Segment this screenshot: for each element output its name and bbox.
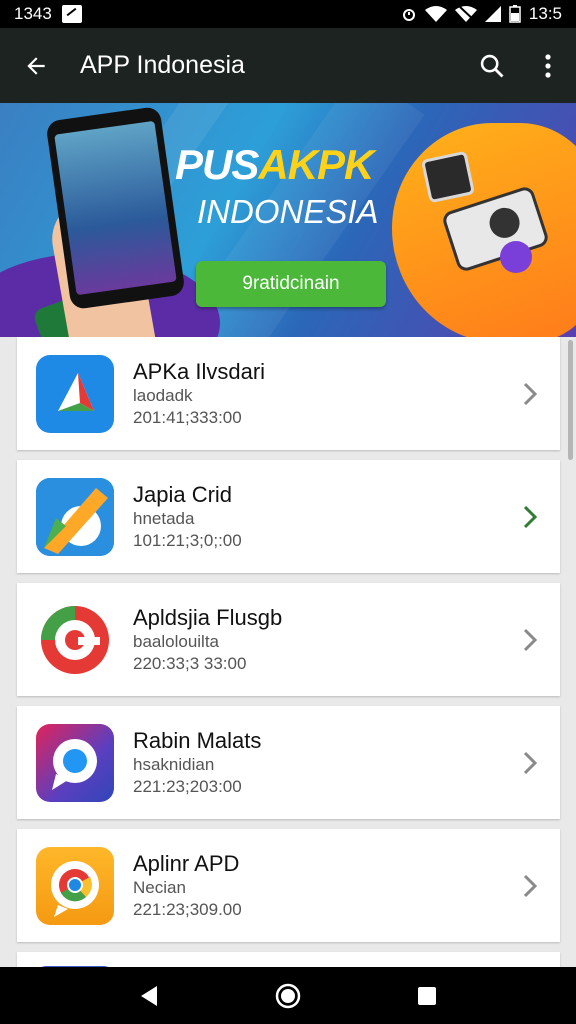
app-bar: APP Indonesia — [0, 28, 576, 103]
status-time: 1343 — [14, 4, 52, 23]
chevron-right-icon — [510, 866, 550, 906]
list-item[interactable]: Apldsjia Flusgb baalolouilta 220:33;3 33… — [17, 583, 560, 696]
wifi-icon — [424, 6, 447, 22]
notification-icon — [61, 5, 82, 23]
search-icon — [480, 54, 504, 77]
nav-home-button[interactable] — [268, 976, 308, 1016]
list-item[interactable]: APKa Ilvsdari laodadk 201:41;333:00 — [17, 337, 560, 450]
chrome-icon — [36, 846, 114, 925]
nav-recents-icon — [417, 986, 436, 1005]
status-clock: 13:5 — [528, 4, 562, 23]
banner-play-icon — [500, 241, 532, 273]
app-description: hnetada — [133, 508, 195, 528]
app-name: Aplinr APD — [133, 850, 240, 876]
list-item[interactable]: Rabin Malats hsaknidian 221:23;203:00 — [17, 706, 560, 819]
app-description: baalolouilta — [133, 631, 220, 651]
app-date: 220:33;3 33:00 — [133, 653, 247, 673]
chevron-right-icon — [510, 743, 550, 783]
banner-subtitle: INDONESIA — [197, 193, 379, 230]
banner-brand: PUSAKPK — [175, 141, 374, 188]
search-button[interactable] — [464, 28, 520, 103]
nav-recents-button[interactable] — [407, 976, 447, 1016]
app-list: APKa Ilvsdari laodadk 201:41;333:00 Japi… — [0, 337, 576, 967]
status-bar: 1343 13:5 — [0, 0, 576, 28]
back-button[interactable] — [0, 28, 72, 103]
more-options-button[interactable] — [520, 28, 576, 103]
app-name: Japia Crid — [133, 481, 233, 507]
app-date: 221:23;309.00 — [133, 899, 242, 919]
list-item[interactable]: Japia Crid hnetada 101:21;3;0;:00 — [17, 460, 560, 573]
arrow-back-icon — [27, 56, 45, 75]
chevron-right-icon — [510, 374, 550, 414]
list-item[interactable]: Aplinr APD Necian 221:23;309.00 — [17, 829, 560, 942]
chevron-right-icon — [510, 497, 550, 537]
cell-signal-icon — [484, 6, 501, 22]
list-item[interactable] — [17, 952, 560, 967]
navigation-bar — [0, 967, 576, 1024]
app-date: 221:23;203:00 — [133, 776, 242, 796]
app-name: APKa Ilvsdari — [133, 358, 266, 384]
app-description: Necian — [133, 877, 186, 897]
nav-back-button[interactable] — [129, 976, 169, 1016]
banner-gadget-image — [420, 150, 476, 204]
nav-back-icon — [141, 985, 158, 1006]
page-title: APP Indonesia — [80, 51, 245, 79]
gear-g-icon — [36, 600, 114, 679]
alarm-icon — [402, 9, 415, 21]
nav-home-icon — [275, 983, 301, 1008]
scrollbar[interactable] — [568, 340, 573, 460]
app-date: 101:21;3;0;:00 — [133, 530, 242, 550]
chat-bubble-icon — [36, 723, 114, 802]
app-description: hsaknidian — [133, 754, 215, 774]
app-description: laodadk — [133, 385, 193, 405]
promo-banner[interactable]: PUSAKPK INDONESIA 9ratidcinain — [0, 103, 576, 337]
chevron-right-icon — [510, 620, 550, 660]
play-triangle-icon — [36, 354, 114, 433]
app-name: Apldsjia Flusgb — [133, 604, 283, 630]
app-date: 201:41;333:00 — [133, 407, 242, 427]
pencil-icon — [36, 477, 114, 556]
more-vert-icon — [545, 53, 551, 78]
app-name: Rabin Malats — [133, 727, 262, 753]
battery-icon — [509, 5, 521, 23]
signal-icon — [454, 6, 477, 22]
banner-cta-button[interactable]: 9ratidcinain — [196, 261, 386, 307]
